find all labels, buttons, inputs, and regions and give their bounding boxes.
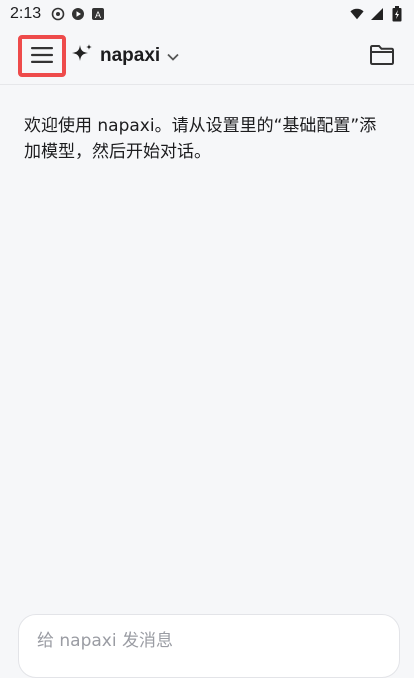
- wifi-icon: [350, 7, 364, 21]
- a-icon: A: [91, 7, 105, 21]
- welcome-message: 欢迎使用 napaxi。请从设置里的“基础配置”添加模型，然后开始对话。: [24, 116, 377, 162]
- sync-icon: [51, 7, 65, 21]
- model-name: napaxi: [100, 45, 161, 66]
- folder-button[interactable]: [366, 40, 398, 72]
- status-right: [350, 6, 404, 22]
- app-bar: napaxi: [0, 28, 414, 85]
- message-input[interactable]: [37, 631, 381, 651]
- status-left: 2:13 A: [10, 5, 105, 23]
- chat-area: 欢迎使用 napaxi。请从设置里的“基础配置”添加模型，然后开始对话。: [0, 85, 414, 165]
- chevron-down-icon: [166, 47, 180, 66]
- battery-icon: [390, 6, 404, 22]
- menu-button[interactable]: [18, 35, 66, 77]
- status-time: 2:13: [10, 5, 42, 22]
- play-icon: [71, 7, 85, 21]
- svg-text:A: A: [95, 10, 101, 20]
- message-composer[interactable]: [18, 614, 400, 678]
- signal-icon: [370, 7, 384, 21]
- model-selector[interactable]: napaxi: [70, 42, 180, 70]
- sparkle-icon: [70, 42, 94, 70]
- status-bar: 2:13 A: [0, 0, 414, 28]
- hamburger-icon: [30, 46, 54, 67]
- folder-icon: [369, 44, 395, 69]
